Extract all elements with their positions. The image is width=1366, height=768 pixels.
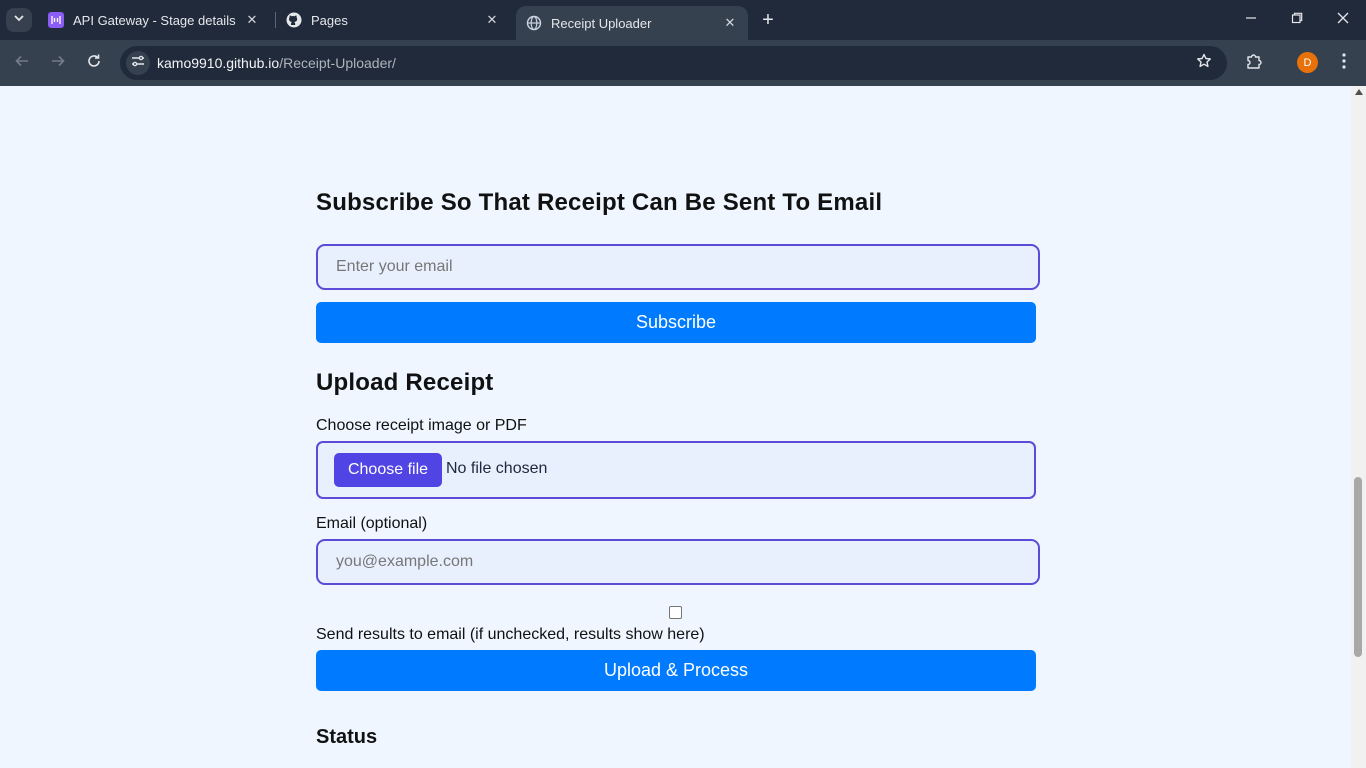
url-host: kamo9910.github.io <box>157 55 280 71</box>
scroll-up-arrow[interactable] <box>1355 89 1363 95</box>
tab-receipt-uploader[interactable]: Receipt Uploader ✕ <box>516 6 748 40</box>
profile-avatar[interactable]: D <box>1297 52 1318 73</box>
tab-api-gateway[interactable]: API Gateway - Stage details ✕ <box>38 0 270 40</box>
tab-title: API Gateway - Stage details <box>73 12 236 28</box>
subscribe-button[interactable]: Subscribe <box>316 302 1036 343</box>
scrollbar[interactable] <box>1351 86 1366 768</box>
close-icon <box>1337 11 1349 29</box>
minimize-button[interactable] <box>1228 0 1274 40</box>
reload-icon <box>86 53 102 74</box>
chevron-down-icon <box>13 11 25 29</box>
upload-process-button[interactable]: Upload & Process <box>316 650 1036 691</box>
address-bar[interactable]: kamo9910.github.io/Receipt-Uploader/ <box>120 46 1227 80</box>
close-icon[interactable]: ✕ <box>722 15 738 31</box>
restore-icon <box>1291 11 1303 29</box>
file-label: Choose receipt image or PDF <box>316 417 527 434</box>
arrow-right-icon <box>50 53 66 74</box>
close-icon[interactable]: ✕ <box>484 12 500 28</box>
arrow-left-icon <box>14 53 30 74</box>
browser-menu-button[interactable] <box>1332 51 1356 75</box>
back-button[interactable] <box>10 51 34 75</box>
upload-email-input[interactable]: you@example.com <box>316 539 1040 585</box>
email-label: Email (optional) <box>316 515 428 532</box>
star-icon <box>1196 53 1212 74</box>
tab-bar: API Gateway - Stage details ✕ Pages ✕ Re… <box>0 0 1366 40</box>
tab-pages[interactable]: Pages ✕ <box>276 0 510 40</box>
reload-button[interactable] <box>82 51 106 75</box>
tab-search-button[interactable] <box>6 8 32 32</box>
tab-title: Receipt Uploader <box>551 15 652 31</box>
plus-icon: + <box>762 8 774 31</box>
url-text[interactable]: kamo9910.github.io/Receipt-Uploader/ <box>157 55 396 71</box>
url-path: /Receipt-Uploader/ <box>279 55 396 71</box>
subscribe-email-placeholder: Enter your email <box>336 258 453 275</box>
tune-icon <box>131 54 145 73</box>
send-email-checkbox[interactable] <box>669 606 682 619</box>
github-icon <box>286 12 302 28</box>
globe-icon <box>526 15 542 31</box>
choose-file-button[interactable]: Choose file <box>334 453 442 487</box>
upload-email-placeholder: you@example.com <box>336 553 474 570</box>
send-email-label: Send results to email (if unchecked, res… <box>316 626 705 643</box>
upload-heading: Upload Receipt <box>316 369 494 396</box>
site-info-button[interactable] <box>126 51 150 75</box>
status-heading: Status <box>316 726 378 748</box>
forward-button[interactable] <box>46 51 70 75</box>
bookmark-button[interactable] <box>1193 52 1215 74</box>
file-status-text: No file chosen <box>446 460 548 477</box>
api-gateway-icon <box>48 12 64 28</box>
subscribe-heading: Subscribe So That Receipt Can Be Sent To… <box>316 189 883 216</box>
scrollbar-thumb[interactable] <box>1354 477 1362 657</box>
browser-toolbar: kamo9910.github.io/Receipt-Uploader/ D <box>0 40 1366 86</box>
close-window-button[interactable] <box>1320 0 1366 40</box>
close-icon[interactable]: ✕ <box>244 12 260 28</box>
extensions-button[interactable] <box>1242 51 1266 75</box>
more-vertical-icon <box>1342 52 1346 74</box>
file-input[interactable]: Choose file No file chosen <box>316 441 1036 499</box>
subscribe-email-input[interactable]: Enter your email <box>316 244 1040 290</box>
restore-button[interactable] <box>1274 0 1320 40</box>
new-tab-button[interactable]: + <box>758 8 778 31</box>
tab-title: Pages <box>311 12 348 28</box>
minimize-icon <box>1245 11 1257 29</box>
puzzle-icon <box>1245 52 1263 75</box>
page-viewport: Subscribe So That Receipt Can Be Sent To… <box>0 86 1366 768</box>
